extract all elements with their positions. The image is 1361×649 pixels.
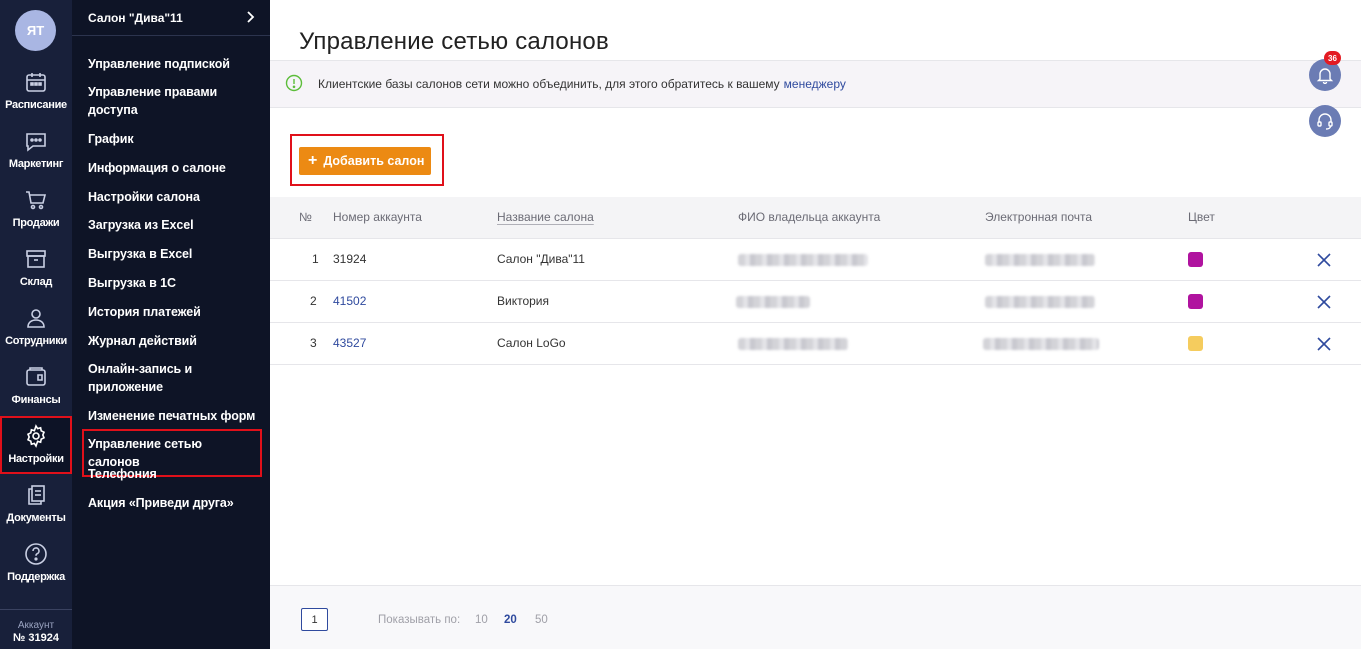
rail-label: Маркетинг [8, 158, 64, 170]
menu-item-print-forms[interactable]: Изменение печатных форм [88, 407, 264, 425]
table-row: 2 41502 Виктория [270, 281, 1361, 323]
rail-item-support[interactable]: Поддержка [0, 534, 72, 592]
redacted-owner [738, 338, 848, 350]
rail-label: Расписание [5, 99, 67, 111]
salon-name: Салон "Дива"11 [88, 10, 183, 25]
menu-item-online-booking[interactable]: Онлайн-запись и приложение [88, 360, 228, 396]
rail-item-settings[interactable]: Настройки [0, 416, 72, 474]
gear-icon [26, 424, 46, 448]
row-account-link[interactable]: 41502 [333, 294, 366, 308]
row-account: 31924 [333, 252, 367, 266]
per-page-option[interactable]: 10 [475, 614, 488, 626]
cart-icon [26, 191, 47, 210]
close-icon[interactable] [1316, 294, 1332, 310]
row-salon: Салон "Дива"11 [497, 252, 585, 266]
chevron-right-icon [247, 11, 255, 23]
per-page-option[interactable]: 50 [535, 614, 548, 626]
salon-switcher[interactable]: Салон "Дива"11 [72, 0, 270, 36]
documents-icon [28, 485, 45, 505]
box-icon [26, 250, 46, 268]
add-salon-label: Добавить салон [323, 154, 425, 168]
menu-item-export-excel[interactable]: Выгрузка в Excel [88, 245, 264, 263]
rail-item-schedule[interactable]: Расписание [0, 62, 72, 120]
table-header: № Номер аккаунта Название салона ФИО вла… [270, 197, 1361, 239]
row-num: 3 [310, 336, 317, 350]
calendar-icon [26, 73, 46, 92]
menu-item-salon-settings[interactable]: Настройки салона [88, 188, 264, 206]
per-page-label: Показывать по: [378, 614, 461, 626]
rail-label: Настройки [8, 453, 64, 465]
close-icon[interactable] [1316, 336, 1332, 352]
rail-label: Документы [6, 512, 66, 524]
color-swatch[interactable] [1188, 294, 1203, 309]
icon-rail: ЯТ Расписание Маркетинг Продажи Склад Со… [0, 0, 72, 649]
menu-item-export-1c[interactable]: Выгрузка в 1С [88, 274, 264, 292]
menu-item-access-rights[interactable]: Управление правами доступа [88, 83, 238, 119]
table-row: 1 31924 Салон "Дива"11 [270, 239, 1361, 281]
rail-item-staff[interactable]: Сотрудники [0, 298, 72, 356]
redacted-email [985, 254, 1095, 266]
rail-label: Склад [19, 276, 53, 288]
question-icon [25, 543, 47, 565]
rail-item-sales[interactable]: Продажи [0, 180, 72, 238]
headset-icon [1317, 113, 1333, 130]
avatar[interactable]: ЯТ [15, 10, 56, 51]
redacted-owner [736, 296, 810, 308]
col-salon-name[interactable]: Название салона [497, 210, 594, 224]
rail-label: Поддержка [7, 571, 65, 583]
add-salon-button[interactable]: + Добавить салон [299, 147, 431, 175]
row-account-link[interactable]: 43527 [333, 336, 366, 350]
redacted-email [983, 338, 1099, 350]
menu-item-salon-info[interactable]: Информация о салоне [88, 159, 264, 177]
row-salon: Салон LoGo [497, 336, 566, 350]
row-num: 1 [312, 252, 319, 266]
pagination-bar: 1 Показывать по: 10 20 50 [270, 585, 1361, 649]
account-info: Аккаунт № 31924 [0, 609, 72, 649]
account-label: Аккаунт [17, 620, 55, 631]
rail-item-marketing[interactable]: Маркетинг [0, 121, 72, 179]
menu-item-payment-history[interactable]: История платежей [88, 303, 264, 321]
menu-item-import-excel[interactable]: Загрузка из Excel [88, 216, 264, 234]
col-account: Номер аккаунта [333, 210, 422, 224]
page-title: Управление сетью салонов [299, 28, 609, 55]
col-color: Цвет [1188, 210, 1215, 224]
person-icon [27, 309, 45, 328]
rail-label: Продажи [12, 217, 60, 229]
account-number: № 31924 [13, 632, 59, 644]
plus-icon: + [308, 152, 318, 169]
col-num: № [299, 210, 312, 224]
redacted-owner [738, 254, 868, 266]
menu-item-telephony[interactable]: Телефония [88, 465, 264, 483]
chat-icon [26, 133, 46, 152]
page-button-current[interactable]: 1 [301, 608, 328, 631]
info-icon [285, 74, 303, 92]
row-num: 2 [310, 294, 317, 308]
menu-item-subscription[interactable]: Управление подпиской [88, 55, 264, 73]
wallet-icon [26, 367, 46, 386]
rail-item-warehouse[interactable]: Склад [0, 239, 72, 297]
support-chat-button[interactable] [1309, 105, 1341, 137]
notifications-badge: 36 [1324, 51, 1341, 65]
rail-label: Финансы [11, 394, 61, 406]
color-swatch[interactable] [1188, 336, 1203, 351]
manager-link[interactable]: менеджеру [784, 77, 846, 91]
col-email: Электронная почта [985, 210, 1093, 224]
menu-item-action-log[interactable]: Журнал действий [88, 332, 264, 350]
rail-item-finance[interactable]: Финансы [0, 357, 72, 415]
row-salon: Виктория [497, 294, 550, 308]
close-icon[interactable] [1316, 252, 1332, 268]
menu-item-schedule[interactable]: График [88, 130, 264, 148]
rail-item-documents[interactable]: Документы [0, 475, 72, 533]
menu-item-refer-friend[interactable]: Акция «Приведи друга» [88, 494, 264, 512]
rail-label: Сотрудники [5, 335, 67, 347]
col-owner: ФИО владельца аккаунта [738, 210, 881, 224]
info-text: Клиентские базы салонов сети можно объед… [318, 77, 780, 91]
table-row: 3 43527 Салон LoGo [270, 323, 1361, 365]
bell-icon [1316, 68, 1334, 84]
redacted-email [985, 296, 1095, 308]
info-banner: Клиентские базы салонов сети можно объед… [270, 60, 1361, 108]
color-swatch[interactable] [1188, 252, 1203, 267]
per-page-option-selected[interactable]: 20 [504, 614, 517, 626]
